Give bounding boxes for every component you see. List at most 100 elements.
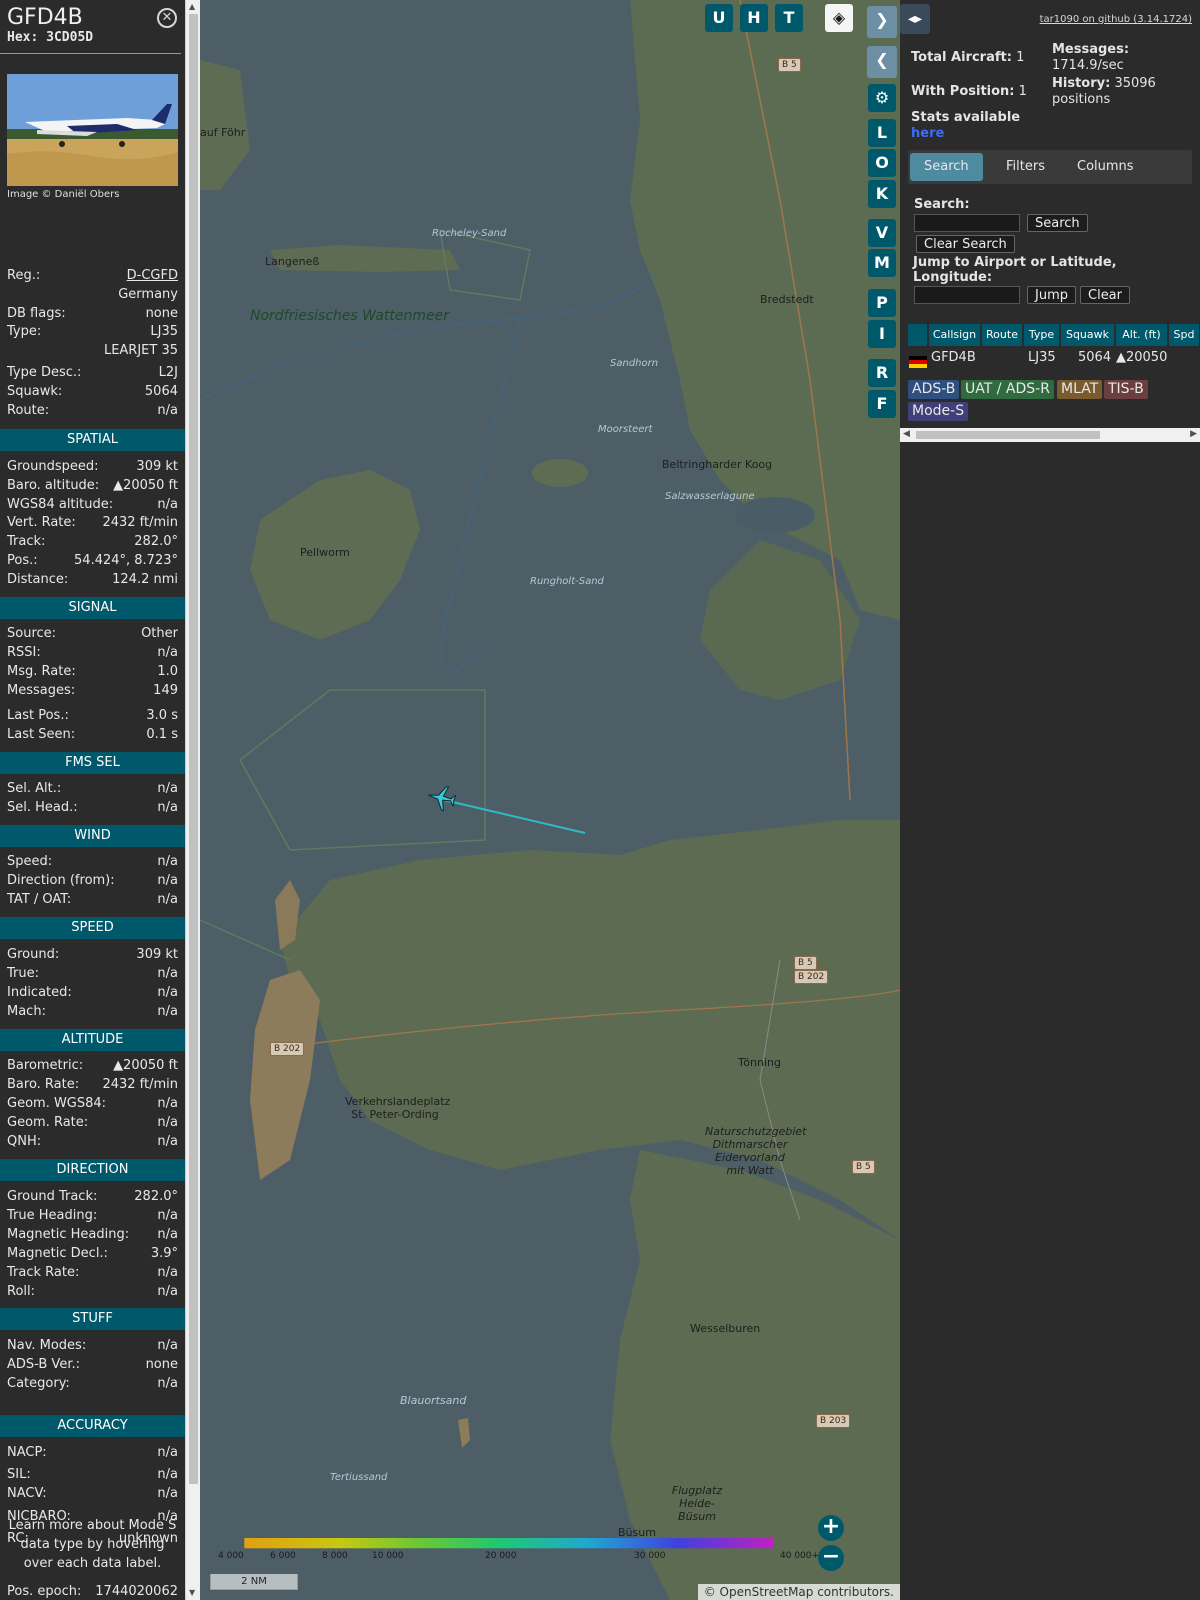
hscroll-thumb[interactable]: [916, 431, 1100, 439]
altitude-tick: 20 000: [485, 1551, 517, 1561]
basic-row: Route: n/a: [7, 401, 178, 420]
info-row-value: n/a: [157, 497, 178, 512]
zoom-in-button[interactable]: +: [818, 1515, 844, 1541]
map-label-salzwasser: Salzwasserlagune: [665, 491, 755, 502]
info-row-value: ▲20050 ft: [113, 478, 178, 493]
info-row-value: n/a: [157, 1338, 178, 1353]
germany-flag-icon: [909, 356, 927, 368]
info-row-label: Groundspeed:: [7, 459, 99, 474]
section-header-wind: WIND: [0, 825, 185, 847]
map-label-naturschutz: Naturschutzgebiet Dithmarscher Eidervorl…: [705, 1125, 807, 1177]
road-shield: B 5: [852, 1160, 875, 1174]
expand-arrows-icon[interactable]: ◂▸: [900, 4, 930, 34]
toggle-f-button[interactable]: F: [868, 390, 896, 418]
info-row-value: 124.2 nmi: [112, 572, 178, 587]
info-row-value: none: [145, 1357, 178, 1372]
right-panel: ◂▸ tar1090 on github (3.14.1724) Total A…: [900, 0, 1200, 1600]
table-header-flag[interactable]: [908, 324, 928, 346]
tab-columns[interactable]: Columns: [1063, 153, 1148, 181]
clear-search-button[interactable]: Clear Search: [916, 235, 1015, 253]
toggle-l-button[interactable]: L: [868, 119, 896, 147]
search-input[interactable]: [914, 214, 1020, 232]
toggle-m-button[interactable]: M: [868, 249, 896, 277]
table-header-squawk[interactable]: Squawk: [1061, 324, 1115, 346]
info-row: Baro. altitude: ▲20050 ft: [7, 476, 178, 495]
altitude-tick: 6 000: [270, 1551, 296, 1561]
toggle-i-button[interactable]: I: [868, 320, 896, 348]
section-header-signal: SIGNAL: [0, 597, 185, 619]
jump-input[interactable]: [914, 286, 1020, 304]
toggle-r-button[interactable]: R: [868, 359, 896, 387]
info-row-value: 282.0°: [134, 1189, 178, 1204]
tab-search[interactable]: Search: [910, 153, 983, 181]
close-icon[interactable]: ✕: [157, 8, 177, 28]
info-row: Messages: 149: [7, 681, 178, 700]
info-row-value: 3.0 s: [146, 708, 178, 723]
clear-button[interactable]: Clear: [1080, 286, 1130, 304]
map-label-wesselburen: Wesselburen: [690, 1322, 761, 1335]
toggle-k-button[interactable]: K: [868, 180, 896, 208]
info-row-label: Last Seen:: [7, 727, 76, 742]
jump-label: Jump to Airport or Latitude, Longitude:: [913, 255, 1117, 285]
chevron-right-icon[interactable]: ❯: [867, 6, 897, 38]
info-row-value: n/a: [157, 1004, 178, 1019]
altitude-tick: 10 000: [372, 1551, 404, 1561]
table-header-callsign[interactable]: Callsign: [929, 324, 981, 346]
chevron-left-icon[interactable]: ❮: [867, 46, 897, 78]
map-view[interactable]: Nordfriesisches Wattenmeer Pellworm Lang…: [200, 0, 900, 1600]
search-button[interactable]: Search: [1027, 214, 1088, 232]
info-row: Speed: n/a: [7, 852, 178, 871]
layers-icon[interactable]: ◈: [825, 4, 853, 32]
basic-row: Germany: [7, 285, 178, 304]
toggle-v-button[interactable]: V: [868, 219, 896, 247]
scroll-up-icon[interactable]: ▲: [189, 2, 195, 12]
toggle-o-button[interactable]: O: [868, 149, 896, 177]
basic-row-label: Squawk:: [7, 384, 63, 399]
table-header-speed[interactable]: Spd: [1169, 324, 1200, 346]
map-label-bredstedt: Bredstedt: [760, 293, 814, 306]
tab-filters[interactable]: Filters: [992, 153, 1059, 181]
info-row: Direction (from): n/a: [7, 871, 178, 890]
aircraft-photo[interactable]: [7, 74, 178, 186]
info-row: Magnetic Decl.: 3.9°: [7, 1244, 178, 1263]
table-header-route[interactable]: Route: [982, 324, 1023, 346]
altitude-scale-ticks: 4 000 6 000 8 000 10 000 20 000 30 000 4…: [200, 1551, 820, 1565]
stats-link[interactable]: here: [911, 126, 944, 141]
scroll-left-icon[interactable]: ◀: [903, 429, 910, 439]
jump-button[interactable]: Jump: [1027, 286, 1076, 304]
map-label-rungholt: Rungholt-Sand: [530, 576, 604, 587]
row-callsign[interactable]: GFD4B: [931, 349, 976, 367]
pos-epoch-label: Pos. epoch:: [7, 1584, 82, 1599]
stats-label: Stats available: [911, 110, 1021, 125]
github-link[interactable]: tar1090 on github (3.14.1724): [1040, 14, 1192, 25]
settings-gear-icon[interactable]: ⚙: [868, 84, 896, 112]
table-header-type[interactable]: Type: [1024, 324, 1060, 346]
image-credit: Image © Daniël Obers: [7, 189, 120, 200]
info-row-label: Msg. Rate:: [7, 664, 76, 679]
info-row: Track: 282.0°: [7, 532, 178, 551]
info-row-label: Sel. Head.:: [7, 800, 78, 815]
info-row-label: SIL:: [7, 1467, 31, 1482]
map-attribution[interactable]: © OpenStreetMap contributors.: [697, 1584, 900, 1600]
table-header-altitude[interactable]: Alt. (ft): [1116, 324, 1168, 346]
scrollbar-thumb[interactable]: [189, 14, 198, 1484]
info-row-value: n/a: [157, 1227, 178, 1242]
table-horizontal-scrollbar[interactable]: ◀ ▶: [900, 428, 1200, 442]
info-panel-scrollbar[interactable]: ▲ ▼: [185, 0, 200, 1600]
info-row-value: n/a: [157, 800, 178, 815]
scroll-right-icon[interactable]: ▶: [1190, 429, 1197, 439]
map-label-rocheley: Rocheley-Sand: [432, 228, 507, 239]
basic-row-value[interactable]: D-CGFD: [127, 266, 178, 285]
info-row-value: n/a: [157, 985, 178, 1000]
scroll-down-icon[interactable]: ▼: [189, 1588, 195, 1598]
toggle-u-button[interactable]: U: [705, 4, 733, 32]
altitude-tick: 8 000: [322, 1551, 348, 1561]
zoom-out-button[interactable]: −: [818, 1545, 844, 1571]
toggle-h-button[interactable]: H: [740, 4, 768, 32]
toggle-t-button[interactable]: T: [775, 4, 803, 32]
map-label-pellworm: Pellworm: [300, 546, 350, 559]
info-row: Ground: 309 kt: [7, 945, 178, 964]
toggle-p-button[interactable]: P: [868, 289, 896, 317]
info-row-label: Magnetic Heading:: [7, 1227, 130, 1242]
tab-bar: Search Filters Columns: [908, 150, 1192, 184]
